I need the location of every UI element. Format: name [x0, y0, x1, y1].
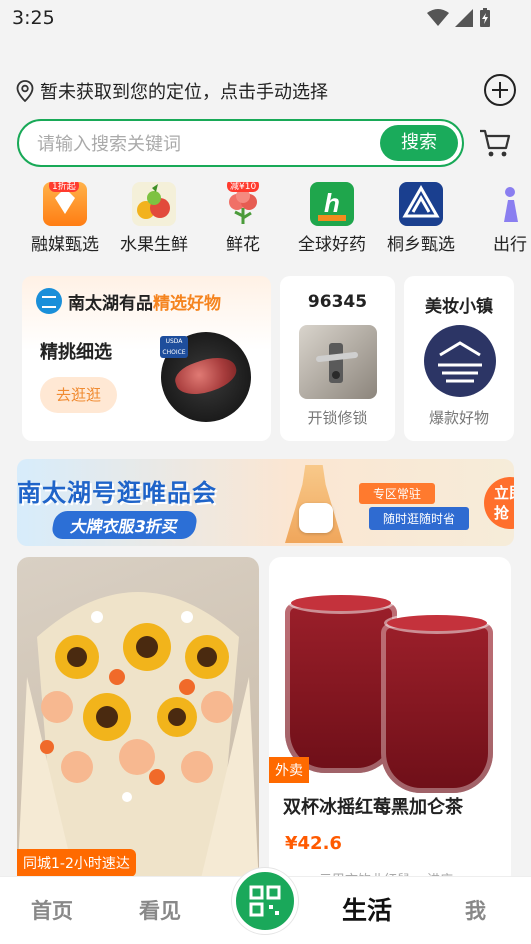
- tongxiang-icon: [399, 182, 443, 226]
- signal-icon: [455, 9, 473, 27]
- status-icons: [427, 8, 491, 28]
- feature-card-title: 南太湖有品 精选好物: [36, 288, 221, 314]
- pharmacy-icon: h: [310, 182, 354, 226]
- location-bar[interactable]: 暂未获取到您的定位，点击手动选择: [16, 74, 516, 108]
- category-label: 融媒甄选: [31, 235, 99, 255]
- category-item-rongmei[interactable]: 1折起 融媒甄选: [20, 182, 110, 255]
- feature-card-brand: 南太湖有品: [68, 293, 153, 314]
- category-row: 1折起 融媒甄选 水果生鲜 减¥10 鲜花 h 全球好药 桐乡甄选 出行: [0, 182, 531, 262]
- brand-logo-icon: [36, 288, 62, 314]
- add-icon[interactable]: [484, 74, 516, 106]
- wifi-icon: [427, 9, 449, 26]
- service-card-lock[interactable]: 96345 开锁修锁: [280, 276, 395, 441]
- category-item-travel[interactable]: 出行: [465, 182, 531, 255]
- status-bar: 3:25: [0, 0, 531, 36]
- category-item-pharmacy[interactable]: h 全球好药: [287, 182, 377, 255]
- beauty-town-logo: [424, 325, 496, 397]
- battery-icon: [480, 8, 490, 27]
- category-item-tongxiang[interactable]: 桐乡甄选: [376, 182, 466, 255]
- svg-text:h: h: [324, 188, 340, 218]
- earbuds-image: [299, 503, 333, 533]
- qr-code-icon: [249, 885, 281, 917]
- scan-qr-button[interactable]: [232, 868, 298, 934]
- category-label: 水果生鲜: [120, 235, 188, 255]
- service-card-title: 美妆小镇: [425, 297, 493, 317]
- banner-subtitle: 大牌衣服3折买: [50, 511, 199, 539]
- banner-cta-button[interactable]: 立即抢: [484, 477, 514, 529]
- service-card-title: 96345: [307, 292, 368, 312]
- product-title: 双杯冰摇红莓黑加仑茶: [283, 797, 463, 818]
- fruit-icon: [132, 182, 176, 226]
- product-price: ¥42.6: [285, 833, 342, 854]
- feature-card-nantaihu[interactable]: 南太湖有品 精选好物 精挑细选 去逛逛 USDA CHOICE: [22, 276, 271, 441]
- service-card-subtitle: 爆款好物: [428, 409, 489, 427]
- flower-bouquet-image: [17, 557, 259, 887]
- banner-title: 南太湖号逛唯品会: [17, 479, 217, 507]
- search-input[interactable]: [37, 130, 377, 158]
- category-badge: 1折起: [49, 182, 79, 192]
- flower-icon: 减¥10: [221, 182, 265, 226]
- usda-badge: USDA CHOICE: [160, 336, 188, 358]
- product-card-flowers[interactable]: 同城1-2小时速达: [17, 557, 259, 887]
- category-label: 桐乡甄选: [387, 235, 455, 255]
- tab-life[interactable]: 生活: [342, 891, 392, 927]
- category-item-fruit[interactable]: 水果生鲜: [109, 182, 199, 255]
- tab-discover[interactable]: 看见: [139, 895, 181, 925]
- category-label: 全球好药: [298, 235, 366, 255]
- category-label: 出行: [493, 235, 527, 255]
- location-pin-icon: [16, 80, 34, 102]
- feature-card-button[interactable]: 去逛逛: [40, 377, 117, 413]
- location-text[interactable]: 暂未获取到您的定位，点击手动选择: [40, 78, 328, 104]
- lock-image: [299, 325, 377, 399]
- category-label: 鲜花: [226, 235, 260, 255]
- product-tag: 同城1-2小时速达: [17, 849, 136, 877]
- category-item-flower[interactable]: 减¥10 鲜花: [198, 182, 288, 255]
- search-box[interactable]: 搜索: [17, 119, 464, 167]
- travel-icon: [488, 182, 531, 226]
- banner-tag: 随时逛随时省: [369, 507, 470, 530]
- diamond-icon: 1折起: [43, 182, 87, 226]
- feature-card-subtitle: 精挑细选: [40, 342, 112, 363]
- product-card-drink[interactable]: 外卖 双杯冰摇红莓黑加仑茶 ¥42.6 元巴市饮业红鼠… 进店>: [269, 557, 511, 887]
- feature-card-brand-accent: 精选好物: [153, 293, 221, 314]
- tab-me[interactable]: 我: [465, 895, 486, 925]
- banner-tag: 专区常驻: [359, 483, 436, 504]
- product-tag: 外卖: [269, 757, 309, 783]
- search-button[interactable]: 搜索: [380, 125, 458, 161]
- category-badge: 减¥10: [227, 182, 260, 192]
- tab-home[interactable]: 首页: [31, 895, 73, 925]
- service-card-subtitle: 开锁修锁: [307, 409, 368, 427]
- service-card-beauty[interactable]: 美妆小镇 爆款好物: [404, 276, 514, 441]
- status-time: 3:25: [12, 7, 55, 29]
- cart-icon[interactable]: [478, 126, 512, 160]
- promo-banner[interactable]: 南太湖号逛唯品会 大牌衣服3折买 专区常驻 随时逛随时省 立即抢: [17, 459, 514, 546]
